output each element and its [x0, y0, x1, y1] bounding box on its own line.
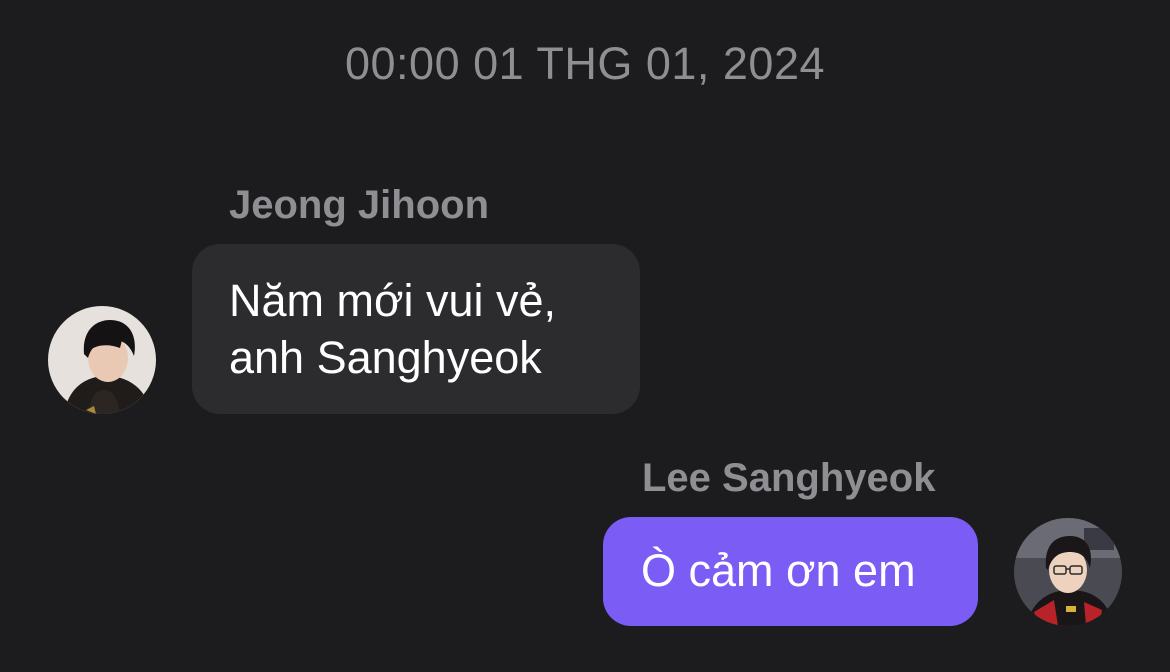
- avatar-jeong-jihoon[interactable]: [48, 306, 156, 414]
- sender-name-lee-sanghyeok: Lee Sanghyeok: [642, 456, 936, 500]
- chat-timestamp: 00:00 01 THG 01, 2024: [344, 38, 825, 89]
- profile-photo-icon: [48, 306, 156, 414]
- message-text-line-1: Năm mới vui vẻ,: [229, 275, 557, 326]
- message-bubble-received[interactable]: Năm mới vui vẻ, anh Sanghyeok: [192, 244, 640, 414]
- message-text: Ò cảm ơn em: [641, 545, 916, 596]
- message-text-line-2: anh Sanghyeok: [229, 332, 542, 383]
- sender-name-jeong-jihoon: Jeong Jihoon: [229, 183, 489, 227]
- message-bubble-sent[interactable]: Ò cảm ơn em: [603, 517, 978, 626]
- avatar-lee-sanghyeok[interactable]: [1014, 518, 1122, 626]
- profile-photo-icon: [1014, 518, 1122, 626]
